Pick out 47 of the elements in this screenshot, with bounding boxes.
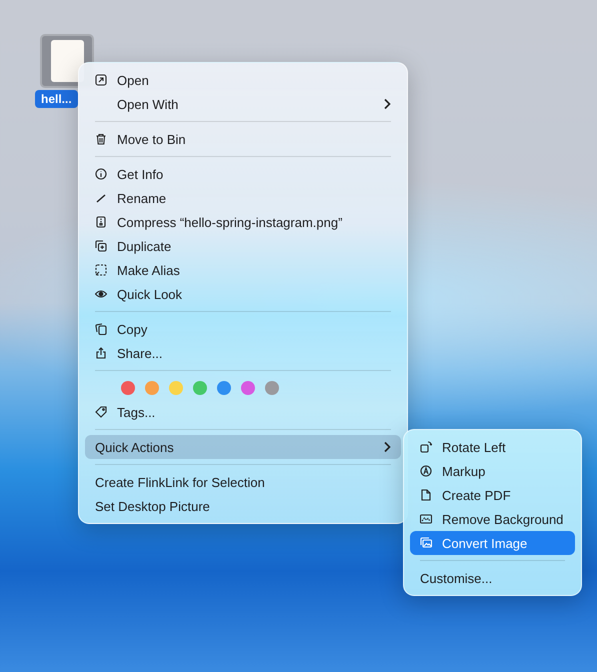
menu-item[interactable]: Copy [85, 317, 401, 341]
zip-file-icon [95, 216, 107, 228]
menu-item[interactable]: Markup [410, 459, 575, 483]
color-tag-dot[interactable] [217, 381, 231, 395]
open-icon [95, 74, 107, 86]
color-tag-dot[interactable] [121, 381, 135, 395]
pen-circle-icon [420, 465, 432, 477]
menu-item[interactable]: Rename [85, 186, 401, 210]
trash-icon [95, 133, 107, 145]
menu-item[interactable]: Open [85, 68, 401, 92]
eye-icon [95, 288, 107, 300]
photos-icon [420, 537, 432, 549]
rotate-icon [420, 441, 432, 453]
chevron-right-icon [383, 98, 391, 110]
menu-item[interactable]: Make Alias [85, 258, 401, 282]
menu-item[interactable]: Move to Bin [85, 127, 401, 151]
menu-item[interactable]: Quick Look [85, 282, 401, 306]
color-tag-dot[interactable] [145, 381, 159, 395]
file-name[interactable]: hell... [35, 90, 78, 108]
menu-item[interactable]: Get Info [85, 162, 401, 186]
menu-item[interactable]: Open With [85, 92, 401, 116]
copy-icon [95, 323, 107, 335]
dashed-square-icon [95, 264, 107, 276]
pencil-icon [95, 192, 107, 204]
menu-item[interactable]: Quick Actions [85, 435, 401, 459]
menu-item[interactable]: Rotate Left [410, 435, 575, 459]
menu-item[interactable]: Tags... [85, 400, 401, 424]
tag-icon [95, 406, 107, 418]
menu-item[interactable]: Remove Background [410, 507, 575, 531]
menu-item[interactable]: Set Desktop Picture [85, 494, 401, 518]
info-icon [95, 168, 107, 180]
menu-item[interactable]: Customise... [410, 566, 575, 590]
menu-item[interactable]: Share... [85, 341, 401, 365]
color-tag-dot[interactable] [241, 381, 255, 395]
image-icon [420, 513, 432, 525]
color-tag-dot[interactable] [193, 381, 207, 395]
duplicate-icon [95, 240, 107, 252]
color-tag-dot[interactable] [169, 381, 183, 395]
menu-item[interactable]: Convert Image [410, 531, 575, 555]
chevron-right-icon [383, 441, 391, 453]
color-tag-dot[interactable] [265, 381, 279, 395]
document-icon [420, 489, 432, 501]
menu-item[interactable]: Compress “hello-spring-instagram.png” [85, 210, 401, 234]
menu-item[interactable]: Create FlinkLink for Selection [85, 470, 401, 494]
menu-item[interactable]: Create PDF [410, 483, 575, 507]
menu-item[interactable]: Duplicate [85, 234, 401, 258]
share-icon [95, 347, 107, 359]
